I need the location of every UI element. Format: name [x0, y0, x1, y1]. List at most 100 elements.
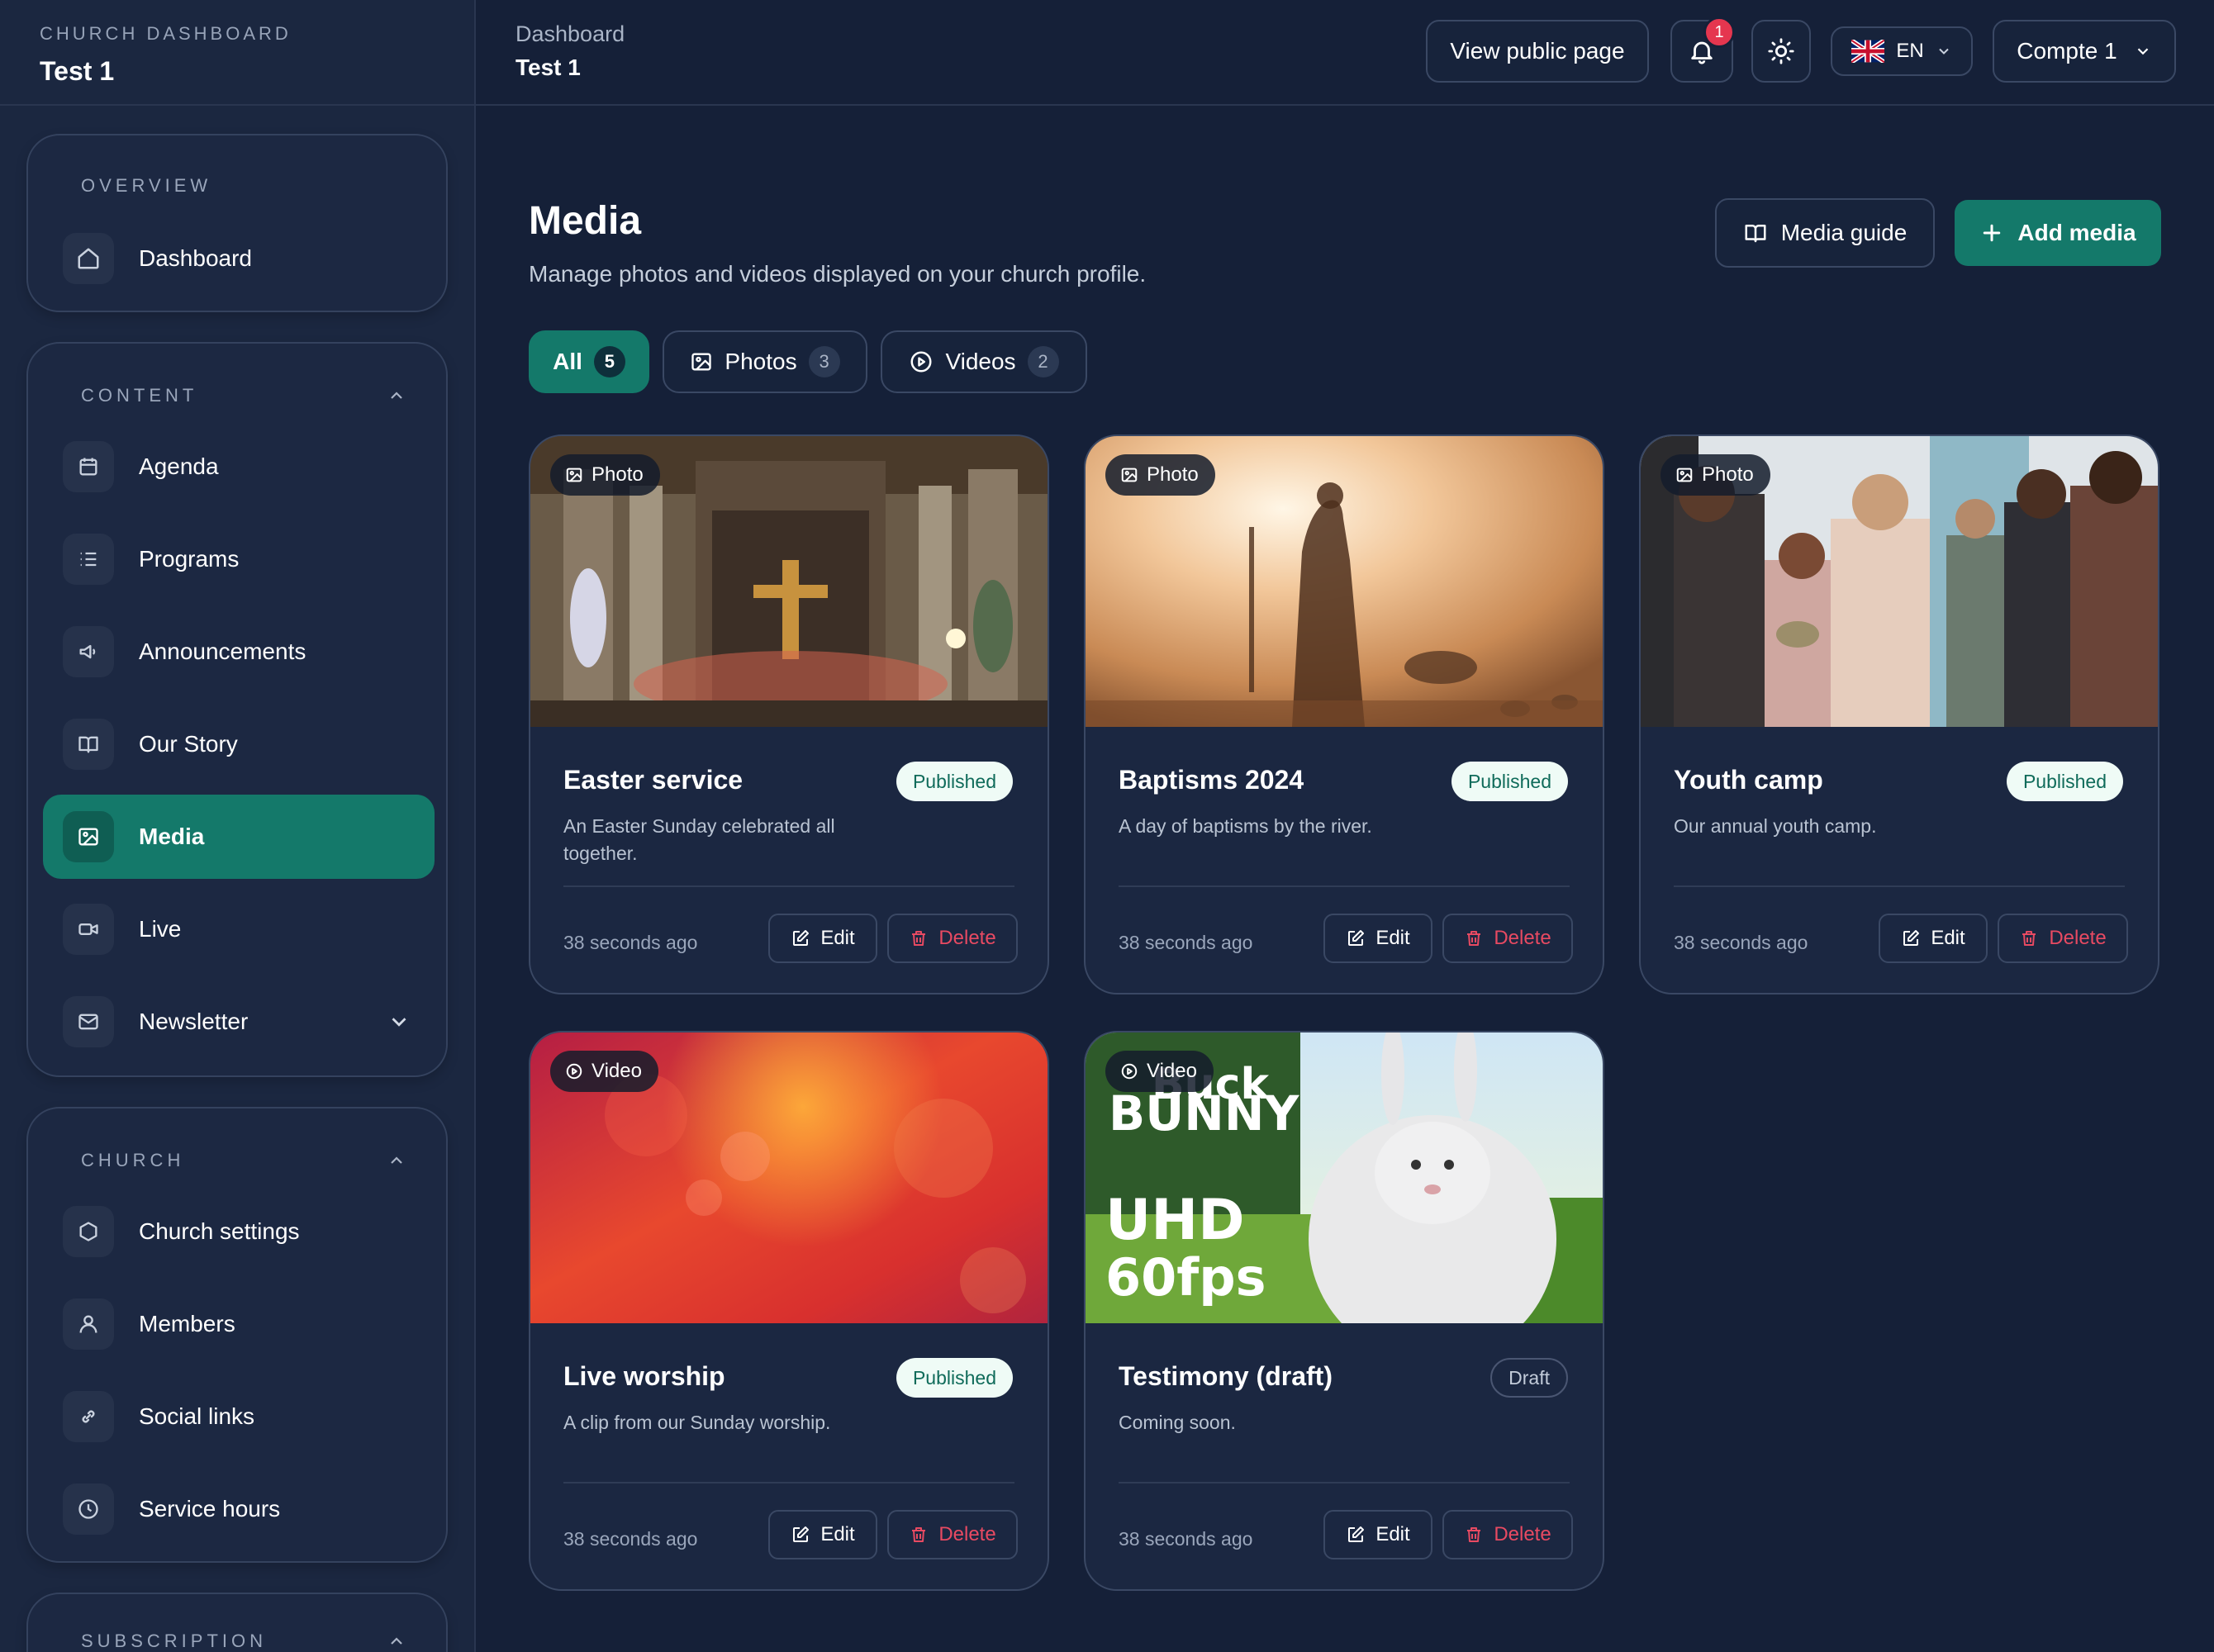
delete-label: Delete	[938, 927, 996, 949]
clock-icon	[63, 1483, 114, 1535]
image-icon	[1676, 468, 1693, 482]
sidebar-item-our-story[interactable]: Our Story	[43, 702, 435, 786]
sidebar-item-members[interactable]: Members	[43, 1282, 435, 1366]
page-subtitle: Manage photos and videos displayed on yo…	[529, 261, 1147, 287]
filter-tab-photos[interactable]: Photos 3	[663, 330, 867, 393]
delete-button[interactable]: Delete	[1442, 1510, 1573, 1559]
status-badge: Draft	[1490, 1358, 1568, 1398]
sidebar-item-church-settings[interactable]: Church settings	[43, 1189, 435, 1274]
media-timestamp: 38 seconds ago	[563, 1528, 698, 1550]
media-card[interactable]: Buck BUNNY UHD 60fps Video Testimony (dr…	[1084, 1031, 1604, 1591]
notifications-button[interactable]: 1	[1670, 17, 1735, 83]
media-description: A clip from our Sunday worship.	[563, 1412, 831, 1433]
view-public-page-button[interactable]: View public page	[1426, 20, 1649, 83]
sidebar-item-label: Programs	[139, 546, 240, 572]
sun-icon	[1768, 38, 1794, 64]
brand-title: Test 1	[40, 56, 115, 86]
nav-section-label: OVERVIEW	[81, 175, 212, 196]
edit-label: Edit	[820, 1523, 855, 1545]
book-icon	[63, 719, 114, 770]
media-type-label: Video	[1147, 1060, 1197, 1082]
filter-label: Videos	[945, 349, 1016, 374]
filter-tab-videos[interactable]: Videos 2	[881, 330, 1087, 393]
sidebar-item-newsletter[interactable]: Newsletter	[43, 980, 435, 1064]
sidebar-item-dashboard[interactable]: Dashboard	[43, 216, 435, 301]
topbar: Dashboard Test 1 View public page 1 EN C…	[476, 0, 2214, 106]
language-select[interactable]: EN	[1831, 26, 1973, 76]
status-badge: Published	[896, 762, 1013, 801]
delete-button[interactable]: Delete	[1998, 914, 2128, 963]
edit-button[interactable]: Edit	[1323, 1510, 1432, 1559]
play-circle-icon	[566, 1063, 582, 1080]
nav-section-header[interactable]: CHURCH	[81, 1150, 406, 1171]
edit-icon	[793, 1526, 810, 1542]
media-type-label: Video	[592, 1060, 642, 1082]
media-title: Baptisms 2024	[1119, 765, 1304, 795]
play-circle-icon	[910, 351, 932, 373]
nav-section-header[interactable]: CONTENT	[81, 385, 406, 406]
edit-label: Edit	[1931, 927, 1965, 949]
home-icon	[63, 233, 114, 284]
book-icon	[1745, 225, 1766, 243]
media-type-badge: Photo	[1660, 454, 1770, 496]
edit-icon	[1348, 1526, 1365, 1542]
delete-label: Delete	[1494, 1523, 1551, 1545]
media-card[interactable]: Photo Baptisms 2024 Published A day of b…	[1084, 434, 1604, 995]
account-menu-button[interactable]: Compte 1	[1993, 20, 2176, 83]
sidebar-item-media[interactable]: Media	[43, 795, 435, 879]
nav-section-label: SUBSCRIPTION	[81, 1631, 268, 1651]
media-thumbnail[interactable]: Buck BUNNY UHD 60fps Video	[1086, 1032, 1603, 1323]
sidebar-item-live[interactable]: Live	[43, 887, 435, 971]
media-type-badge: Photo	[1105, 454, 1215, 496]
sidebar-item-service-hours[interactable]: Service hours	[43, 1467, 435, 1551]
media-thumbnail[interactable]: Video	[530, 1032, 1048, 1323]
media-description: Coming soon.	[1119, 1412, 1236, 1433]
notification-count-badge: 1	[1703, 17, 1735, 48]
filter-count: 3	[808, 346, 840, 377]
media-thumbnail[interactable]: Photo	[1641, 436, 2158, 727]
sidebar-item-social-links[interactable]: Social links	[43, 1374, 435, 1459]
edit-icon	[1903, 930, 1920, 946]
filter-tab-all[interactable]: All 5	[529, 330, 649, 393]
media-type-label: Photo	[592, 463, 644, 486]
delete-button[interactable]: Delete	[887, 1510, 1018, 1559]
media-guide-label: Media guide	[1780, 220, 1908, 245]
delete-button[interactable]: Delete	[1442, 914, 1573, 963]
breadcrumb[interactable]: Dashboard	[515, 21, 625, 47]
theme-toggle-button[interactable]	[1751, 20, 1811, 83]
media-timestamp: 38 seconds ago	[1674, 932, 1808, 953]
sidebar-item-announcements[interactable]: Announcements	[43, 610, 435, 694]
media-card[interactable]: Photo Youth camp Published Our annual yo…	[1639, 434, 2159, 995]
sidebar: CHURCH DASHBOARD Test 1 OVERVIEW Dashboa…	[0, 0, 476, 1652]
trash-icon	[912, 1527, 926, 1542]
brand: CHURCH DASHBOARD Test 1	[0, 0, 474, 106]
media-description: Our annual youth camp.	[1674, 815, 1877, 837]
media-thumbnail[interactable]: Photo	[1086, 436, 1603, 727]
language-label: EN	[1896, 40, 1924, 62]
media-card[interactable]: Video Live worship Published A clip from…	[529, 1031, 1049, 1591]
nav-section-header: OVERVIEW	[81, 175, 406, 197]
edit-button[interactable]: Edit	[1879, 914, 1988, 963]
thumbnail-text: BUNNY	[1109, 1085, 1299, 1142]
edit-button[interactable]: Edit	[1323, 914, 1432, 963]
media-thumbnail[interactable]: Photo	[530, 436, 1048, 727]
add-media-button[interactable]: Add media	[1955, 200, 2161, 266]
sidebar-item-programs[interactable]: Programs	[43, 517, 435, 601]
sidebar-item-label: Members	[139, 1311, 235, 1336]
sidebar-item-label: Media	[139, 824, 205, 849]
image-icon	[566, 468, 582, 482]
page-title: Media	[529, 199, 642, 243]
hexagon-icon	[63, 1206, 114, 1257]
media-card[interactable]: Photo Easter service Published An Easter…	[529, 434, 1049, 995]
nav-section-header[interactable]: SUBSCRIPTION	[81, 1631, 406, 1652]
mail-icon	[63, 996, 114, 1047]
media-guide-button[interactable]: Media guide	[1715, 198, 1935, 268]
filter-count: 5	[593, 346, 625, 377]
edit-button[interactable]: Edit	[768, 914, 877, 963]
delete-button[interactable]: Delete	[887, 914, 1018, 963]
sidebar-item-agenda[interactable]: Agenda	[43, 425, 435, 509]
media-type-label: Photo	[1147, 463, 1199, 486]
image-icon	[691, 353, 712, 371]
edit-button[interactable]: Edit	[768, 1510, 877, 1559]
nav-section-label: CONTENT	[81, 385, 198, 406]
